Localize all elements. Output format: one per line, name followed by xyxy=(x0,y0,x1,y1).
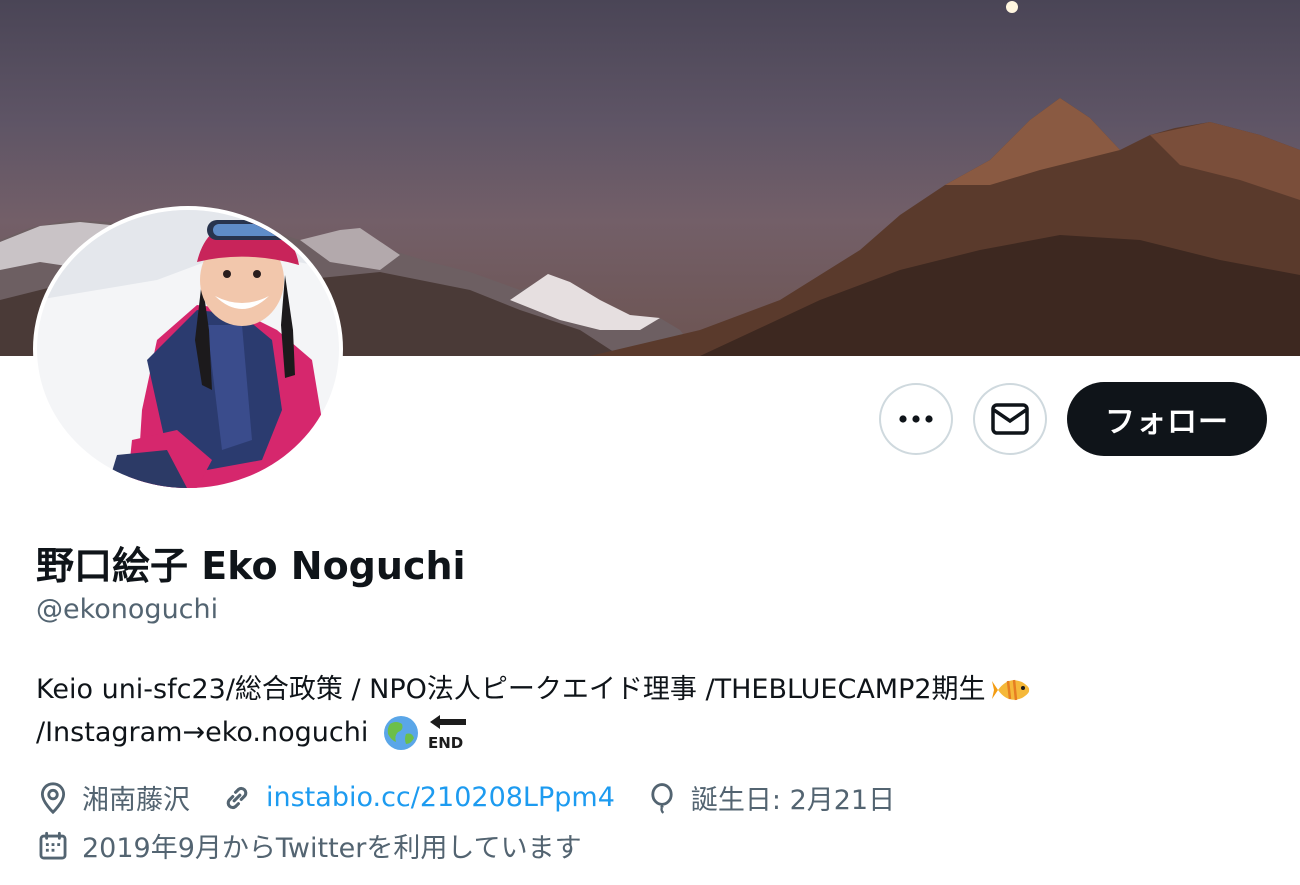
svg-text:END: END xyxy=(428,734,463,752)
profile-bio: Keio uni-sfc23/総合政策 / NPO法人ピークエイド理事 /THE… xyxy=(36,668,1256,754)
follow-button[interactable]: フォロー xyxy=(1067,382,1267,456)
earth-globe-emoji xyxy=(382,714,420,752)
end-arrow-emoji: END xyxy=(426,714,470,752)
calendar-icon xyxy=(39,831,67,859)
tropical-fish-emoji xyxy=(991,673,1032,707)
profile-meta: 湘南藤沢 instabio.cc/210208LPpm4 誕生日: 2月21日 xyxy=(36,778,925,817)
profile-meta-joined: 2019年9月からTwitterを利用しています xyxy=(36,826,612,865)
birthday: 誕生日: 2月21日 xyxy=(645,778,895,817)
more-icon xyxy=(899,415,933,423)
profile-avatar[interactable] xyxy=(33,206,343,492)
bio-line: /Instagram→eko.noguchi END xyxy=(36,711,1256,754)
display-name: 野口絵子 Eko Noguchi xyxy=(36,544,466,588)
join-date: 2019年9月からTwitterを利用しています xyxy=(36,826,582,865)
website-link[interactable]: instabio.cc/210208LPpm4 xyxy=(266,782,615,813)
bio-line: Keio uni-sfc23/総合政策 / NPO法人ピークエイド理事 /THE… xyxy=(36,668,1256,711)
profile-actions: フォロー xyxy=(879,382,1267,456)
balloon-icon xyxy=(651,782,673,814)
birthday-text: 誕生日: 2月21日 xyxy=(690,785,896,816)
location-icon xyxy=(40,781,66,814)
location-text: 湘南藤沢 xyxy=(82,785,190,816)
website: instabio.cc/210208LPpm4 xyxy=(220,781,615,815)
user-handle: @ekonoguchi xyxy=(36,594,219,625)
message-button[interactable] xyxy=(973,383,1047,455)
message-icon xyxy=(991,403,1029,435)
location: 湘南藤沢 xyxy=(36,778,190,817)
join-date-text: 2019年9月からTwitterを利用しています xyxy=(82,833,582,864)
bio-text: Keio uni-sfc23/総合政策 / NPO法人ピークエイド理事 /THE… xyxy=(36,674,986,705)
bio-text: /Instagram→eko.noguchi xyxy=(36,717,369,748)
more-button[interactable] xyxy=(879,383,953,455)
link-icon xyxy=(226,786,248,809)
